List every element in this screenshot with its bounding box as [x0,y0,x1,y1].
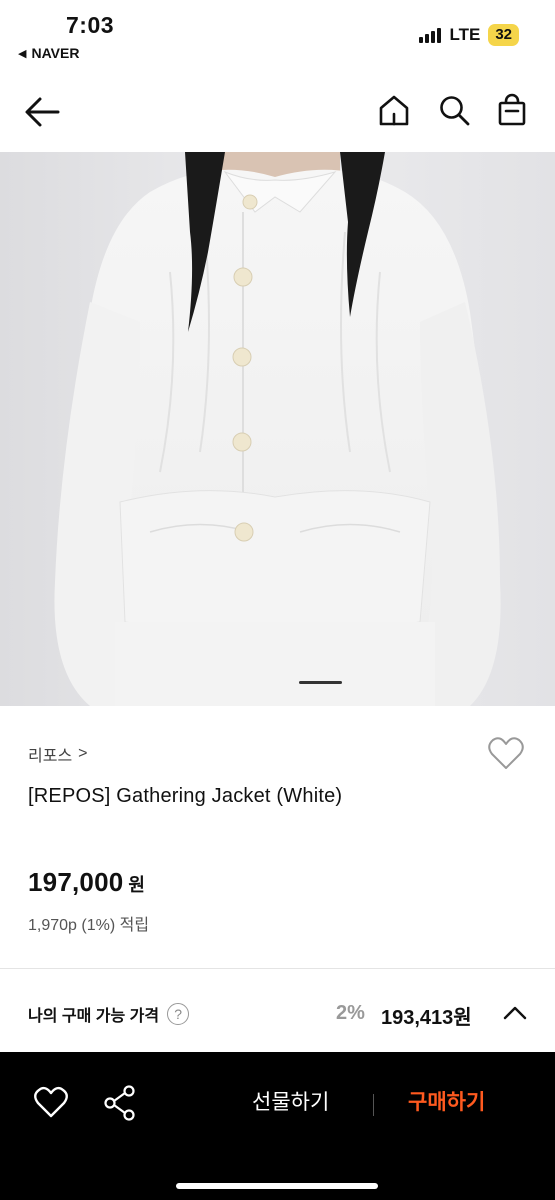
price-row: 197,000 원 [28,867,145,898]
back-triangle-icon: ◀ [18,47,27,60]
status-time: 7:03 [66,12,115,38]
search-icon[interactable] [436,92,472,128]
reward-points: 1,970p (1%) 적립 [28,917,150,934]
help-icon[interactable]: ? [167,1003,190,1025]
home-icon[interactable] [376,92,412,128]
gallery-indicator-active [299,681,342,684]
divider [0,968,555,969]
back-to-app-link[interactable]: ◀ NAVER [18,45,79,61]
brand-name: 리포스 [28,748,73,765]
battery-indicator: 32 [488,24,519,46]
cellular-signal-icon [419,27,442,43]
product-image[interactable] [0,152,555,706]
back-arrow-icon[interactable] [22,92,64,132]
product-title: [REPOS] Gathering Jacket (White) [28,785,343,807]
share-icon[interactable] [102,1084,138,1122]
my-price-row[interactable]: 나의 구매 가능 가격 ? 2% 193,413원 [0,988,555,1040]
top-nav [0,80,555,144]
price-value: 197,000 [28,867,124,897]
wishlist-heart-icon[interactable] [487,736,525,772]
my-price-label: 나의 구매 가능 가격 ? [28,1002,190,1026]
shopping-bag-icon[interactable] [494,92,530,128]
home-indicator[interactable] [176,1183,378,1189]
bottom-action-bar: 선물하기 구매하기 [0,1052,555,1200]
status-bar: 7:03 ◀ NAVER LTE 32 [0,0,555,70]
chevron-right-icon: > [78,745,88,762]
buy-button[interactable]: 구매하기 [408,1086,485,1116]
network-label: LTE [449,25,481,44]
price-unit: 원 [128,875,145,895]
bar-separator [373,1094,374,1116]
gift-button[interactable]: 선물하기 [252,1086,329,1116]
heart-icon[interactable] [33,1086,69,1120]
discount-rate: 2% [336,1002,365,1024]
brand-link[interactable]: 리포스 > [28,742,88,766]
status-indicators: LTE 32 [419,24,519,46]
chevron-up-icon[interactable] [502,1002,528,1024]
product-page: 7:03 ◀ NAVER LTE 32 리포스 > [REPOS] Gather… [0,0,555,1200]
my-price-label-text: 나의 구매 가능 가격 [28,1008,160,1025]
back-app-label: NAVER [31,45,80,61]
my-price-value: 193,413원 [381,1007,472,1029]
